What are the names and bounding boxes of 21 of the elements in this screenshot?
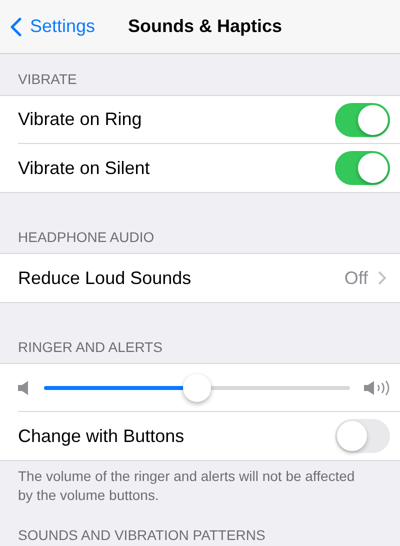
toggle-switch[interactable] <box>335 151 390 185</box>
row-label: Change with Buttons <box>18 424 184 448</box>
row-value: Off <box>344 266 368 290</box>
row-label: Reduce Loud Sounds <box>18 266 192 290</box>
section-header: HEADPHONE AUDIO <box>18 229 154 245</box>
settings-row[interactable]: Reduce Loud Sounds Off <box>18 254 400 302</box>
screen-title: Sounds & Haptics <box>128 15 282 38</box>
back-chevron-icon <box>10 16 22 36</box>
toggle-switch[interactable] <box>335 102 390 136</box>
chevron-icon <box>378 271 386 285</box>
section-footer: The volume of the ringer and alerts will not be affected by the volume buttons. <box>0 461 400 505</box>
speaker-loud-icon <box>364 380 390 396</box>
back-button[interactable]: Settings <box>0 13 96 40</box>
toggle-switch[interactable] <box>335 419 390 453</box>
row-label: Vibrate on Silent <box>18 156 150 180</box>
section-header: RINGER AND ALERTS <box>18 339 162 355</box>
speaker-icon <box>18 380 30 394</box>
section-header: SOUNDS AND VIBRATION PATTERNS <box>18 527 266 543</box>
volume-slider[interactable] <box>44 374 350 402</box>
section-header: VIBRATE <box>18 71 77 87</box>
row-label: Vibrate on Ring <box>18 108 142 131</box>
